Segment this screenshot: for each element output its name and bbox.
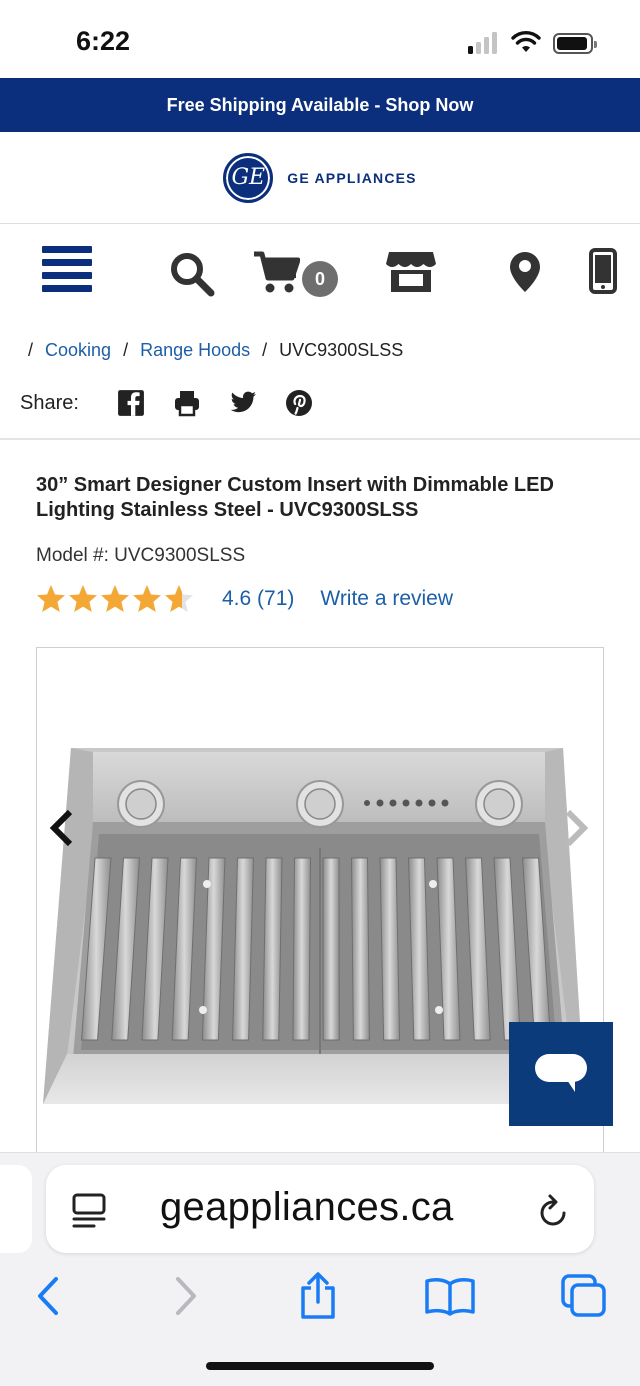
- cellular-signal-icon: [468, 32, 500, 54]
- browser-toolbar: geappliances.ca: [0, 1152, 640, 1386]
- nav-icon-bar: 0: [0, 224, 640, 324]
- star-icon: [37, 585, 65, 612]
- breadcrumb-cooking[interactable]: Cooking: [45, 340, 111, 361]
- breadcrumb-range-hoods[interactable]: Range Hoods: [140, 340, 250, 361]
- chat-button[interactable]: [509, 1022, 613, 1126]
- bookmarks-icon[interactable]: [420, 1271, 480, 1321]
- cart-icon[interactable]: [252, 250, 300, 294]
- print-icon[interactable]: [173, 389, 201, 417]
- promo-banner[interactable]: Free Shipping Available - Shop Now: [0, 78, 640, 132]
- product-title: 30” Smart Designer Custom Insert with Di…: [36, 474, 554, 521]
- carousel-next-icon[interactable]: [562, 808, 592, 848]
- status-time: 6:22: [76, 26, 131, 56]
- star-icon: [101, 585, 129, 612]
- menu-icon[interactable]: [40, 246, 94, 292]
- search-icon[interactable]: [168, 250, 216, 298]
- cart-count-badge[interactable]: 0: [302, 261, 338, 297]
- star-icon: [133, 585, 161, 612]
- chat-bubble-icon: [535, 1054, 587, 1092]
- breadcrumb-separator: /: [262, 340, 268, 360]
- pinterest-icon[interactable]: [285, 389, 313, 417]
- address-bar[interactable]: geappliances.ca: [46, 1165, 594, 1253]
- home-indicator: [206, 1362, 434, 1370]
- twitter-icon[interactable]: [229, 389, 257, 417]
- store-icon[interactable]: [385, 250, 437, 294]
- breadcrumb-separator: /: [28, 340, 34, 360]
- previous-tab-preview[interactable]: [0, 1165, 32, 1253]
- breadcrumb-current: UVC9300SLSS: [279, 340, 404, 360]
- facebook-icon[interactable]: [117, 389, 145, 417]
- rating-row: 4.6 (71) Write a review: [36, 582, 453, 616]
- model-number: Model #: UVC9300SLSS: [36, 545, 246, 566]
- rating-value-link[interactable]: 4.6 (71): [222, 587, 294, 611]
- star-icon: [69, 585, 97, 612]
- section-divider: [0, 438, 640, 440]
- star-rating[interactable]: [36, 584, 194, 614]
- reload-icon[interactable]: [538, 1193, 570, 1229]
- breadcrumb: / Cooking / Range Hoods / UVC9300SLSS: [28, 340, 403, 361]
- ge-logo[interactable]: GE: [223, 152, 274, 203]
- share-bar: Share:: [20, 386, 341, 420]
- promo-text[interactable]: Free Shipping Available - Shop Now: [167, 95, 474, 116]
- breadcrumb-separator: /: [123, 340, 129, 360]
- share-sheet-icon[interactable]: [288, 1271, 348, 1321]
- brand-header: GE GE APPLIANCES: [0, 132, 640, 224]
- back-icon[interactable]: [18, 1271, 78, 1321]
- forward-icon[interactable]: [156, 1271, 216, 1321]
- brand-name[interactable]: GE APPLIANCES: [287, 170, 416, 186]
- phone-icon[interactable]: [588, 248, 618, 294]
- url-text[interactable]: geappliances.ca: [160, 1185, 454, 1230]
- star-icon: [165, 585, 193, 612]
- write-review-link[interactable]: Write a review: [320, 587, 453, 611]
- reader-mode-icon[interactable]: [72, 1193, 106, 1229]
- wifi-icon: [511, 31, 541, 52]
- battery-icon: [553, 33, 597, 54]
- share-label: Share:: [20, 391, 79, 414]
- tabs-icon[interactable]: [554, 1271, 614, 1321]
- location-pin-icon[interactable]: [508, 250, 542, 294]
- status-bar: 6:22: [0, 0, 640, 78]
- carousel-prev-icon[interactable]: [46, 808, 76, 848]
